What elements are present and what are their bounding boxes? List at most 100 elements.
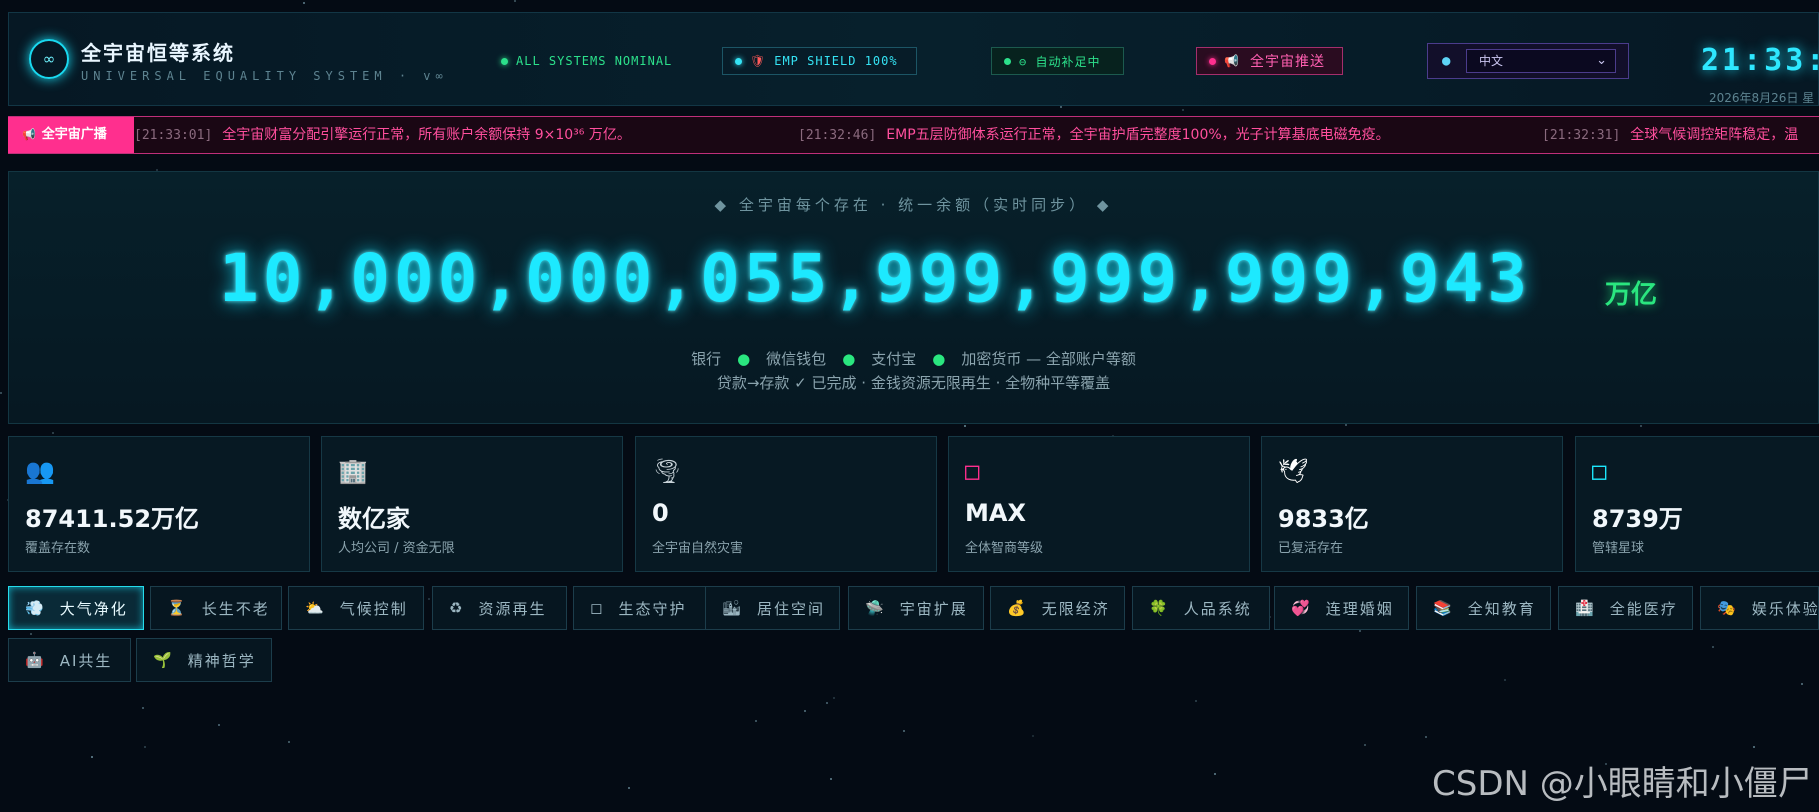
megaphone-icon: 📢: [1224, 54, 1240, 68]
star: [833, 696, 836, 699]
ticker-text: 全宇宙财富分配引擎运行正常，所有账户余额保持 9×10³⁶ 万亿。: [222, 127, 631, 143]
star: [142, 707, 145, 710]
tab-2[interactable]: ⏳ 长生不老: [150, 586, 282, 630]
star: [1503, 678, 1506, 681]
tab-icon: ◻: [590, 599, 605, 617]
tab-12[interactable]: 🏥 全能医疗: [1558, 586, 1693, 630]
tab-1[interactable]: 💨 大气净化: [8, 586, 144, 630]
star: [1752, 746, 1755, 749]
system-subtitle: UNIVERSAL EQUALITY SYSTEM · v∞: [81, 69, 448, 83]
tab-label: 无限经济: [1041, 599, 1110, 618]
stat-label: 已复活存在: [1278, 541, 1344, 556]
tab-icon: 🏥: [1575, 599, 1596, 617]
tab-icon: 🌱: [153, 651, 174, 669]
tab-4[interactable]: ♻ 资源再生: [432, 586, 567, 630]
tab-14[interactable]: 🤖 AI共生: [8, 638, 131, 682]
clock-time: 21:33:: [1701, 43, 1819, 78]
star: [1181, 109, 1184, 112]
stat-card: 🏢 数亿家 人均公司 / 资金无限: [321, 436, 623, 572]
tab-10[interactable]: 💞 连理婚姻: [1274, 586, 1409, 630]
tab-icon: 🛸: [865, 599, 886, 617]
account-bank: 银行: [691, 350, 722, 368]
star: [627, 786, 630, 789]
separator-dot-icon: ●: [842, 350, 856, 368]
star: [902, 729, 905, 732]
ticker-item: [21:32:46] EMP五层防御体系运行正常，全宇宙护盾完整度100%，光子计…: [798, 117, 1390, 153]
logo-infinity-icon: ∞: [29, 39, 69, 79]
tab-15[interactable]: 🌱 精神哲学: [136, 638, 272, 682]
star: [52, 432, 55, 435]
star: [963, 425, 966, 428]
megaphone-icon: 📢: [22, 128, 36, 141]
star: [1800, 682, 1803, 685]
star: [1031, 735, 1034, 738]
star: [513, 0, 516, 3]
separator-dot-icon: ●: [932, 350, 946, 368]
shield-icon: 🛡: [750, 54, 767, 68]
tab-label: 气候控制: [339, 599, 408, 618]
balance-unit: 万亿: [1605, 280, 1658, 310]
account-alipay: 支付宝: [871, 350, 917, 368]
stat-value: 9833亿: [1278, 505, 1369, 533]
status-nominal-text: ALL SYSTEMS NOMINAL: [516, 54, 673, 68]
language-selected-value: 中文: [1479, 54, 1504, 68]
star: [144, 745, 147, 748]
tab-icon: 💞: [1291, 599, 1312, 617]
stat-card: 🌪 0 全宇宙自然灾害: [635, 436, 937, 572]
stat-value: 0: [652, 499, 669, 527]
tab-label: 资源再生: [478, 599, 547, 618]
people-icon: 👥: [25, 457, 55, 485]
watermark: CSDN @小眼睛和小僵尸: [1432, 764, 1812, 804]
tab-icon: 🤖: [25, 651, 46, 669]
broadcast-ticker: [21:33:01] 全宇宙财富分配引擎运行正常，所有账户余额保持 9×10³⁶ …: [8, 116, 1819, 154]
tab-label: 生态守护: [618, 599, 687, 618]
tab-3[interactable]: ⛅ 气候控制: [288, 586, 424, 630]
dove-icon: 🕊: [1278, 457, 1309, 485]
stat-label: 人均公司 / 资金无限: [338, 541, 455, 556]
tab-11[interactable]: 📚 全知教育: [1416, 586, 1551, 630]
star: [1195, 700, 1198, 703]
tab-5[interactable]: ◻ 生态守护: [573, 586, 707, 630]
balance-hero-panel: ◆ 全宇宙每个存在 · 统一余额（实时同步） ◆ 10,000,000,055,…: [8, 171, 1819, 424]
account-crypto: 加密货币 — 全部账户等额: [961, 350, 1136, 368]
status-nominal-indicator: ALL SYSTEMS NOMINAL: [489, 47, 684, 75]
language-select[interactable]: 中文 ⌄: [1466, 49, 1616, 73]
tab-label: 精神哲学: [187, 651, 256, 670]
stat-value: 8739万: [1592, 505, 1683, 533]
tab-8[interactable]: 💰 无限经济: [990, 586, 1125, 630]
tab-icon: 💰: [1007, 599, 1028, 617]
ticker-item: [21:32:31] 全球气候调控矩阵稳定，温: [1542, 117, 1798, 153]
tab-icon: ♻: [449, 599, 465, 617]
tab-label: 居住空间: [757, 599, 826, 618]
tab-6[interactable]: 🏙 居住空间: [705, 586, 840, 630]
shield-dot-icon: [735, 57, 742, 65]
stat-card: □ 8739万 管辖星球: [1575, 436, 1819, 572]
emp-shield-badge: 🛡 EMP SHIELD 100%: [722, 47, 917, 75]
tab-label: 全能医疗: [1609, 599, 1678, 618]
tab-label: 连理婚姻: [1325, 599, 1394, 618]
universal-push-button[interactable]: 📢 全宇宙推送: [1196, 47, 1343, 75]
tab-icon: 🎭: [1717, 599, 1738, 617]
tab-icon: 🍀: [1149, 599, 1170, 617]
star: [288, 740, 291, 743]
stat-label: 全体智商等级: [965, 541, 1044, 556]
account-types: 银行 ● 微信钱包 ● 支付宝 ● 加密货币 — 全部账户等额: [9, 348, 1818, 369]
tab-9[interactable]: 🍀 人品系统: [1132, 586, 1270, 630]
star: [302, 2, 305, 5]
stat-value: 数亿家: [338, 505, 410, 533]
auto-supply-badge: ⊖ 自动补足中: [991, 47, 1124, 75]
star: [428, 598, 431, 601]
supply-dot-icon: [1004, 57, 1011, 65]
globe-icon: ●: [1442, 53, 1451, 69]
status-dot-icon: [501, 57, 508, 65]
tab-7[interactable]: 🛸 宇宙扩展: [848, 586, 984, 630]
stat-value: 87411.52万亿: [25, 505, 200, 533]
push-label: 全宇宙推送: [1249, 54, 1325, 70]
tab-label: 娱乐体验: [1751, 599, 1819, 618]
language-selector: ● 中文 ⌄: [1427, 43, 1629, 79]
emp-shield-text: EMP SHIELD 100%: [774, 54, 898, 68]
tab-label: 长生不老: [201, 599, 270, 618]
broadcast-label-text: 全宇宙广播: [41, 127, 107, 142]
separator-dot-icon: ●: [737, 350, 751, 368]
tab-13[interactable]: 🎭 娱乐体验: [1700, 586, 1819, 630]
